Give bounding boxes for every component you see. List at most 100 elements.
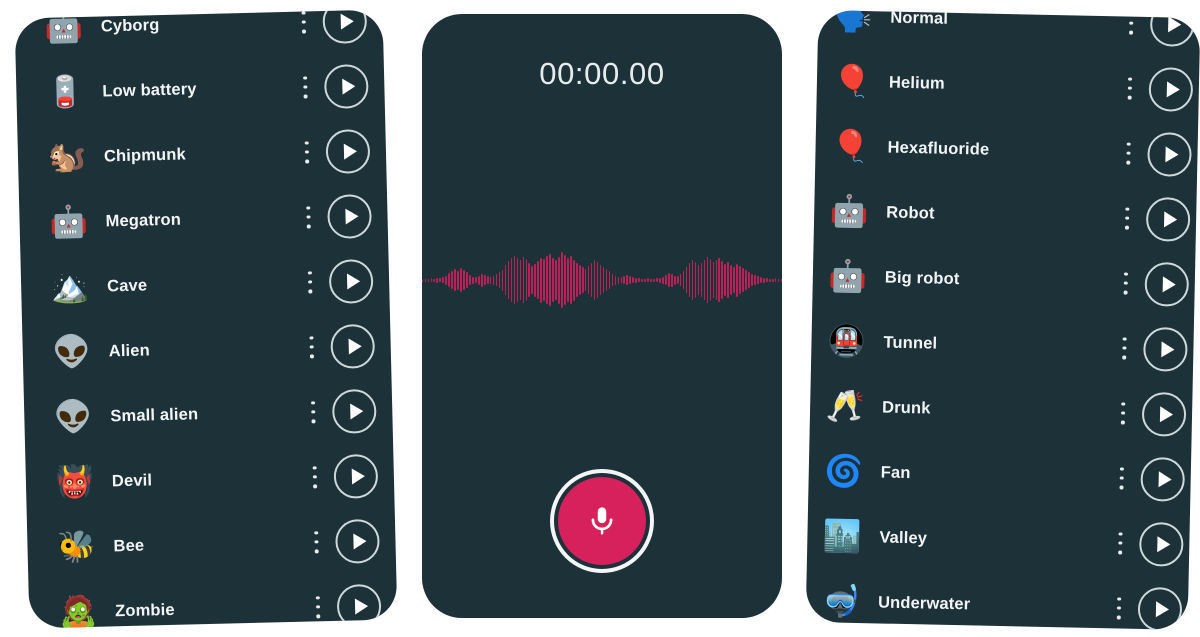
play-icon[interactable] [1148,66,1194,112]
play-icon[interactable] [336,583,382,629]
waveform-bar [757,276,759,284]
voice-effect-row[interactable]: 🥂 Drunk [809,374,1192,447]
play-icon[interactable] [1147,131,1192,177]
play-icon[interactable] [1149,10,1195,47]
voice-effects-list-left[interactable]: 🤖 Cyborg 🪫 Low battery 🐿️ Chipmunk 🤖 Megatron 🏔️… [15,9,398,628]
more-options-icon[interactable] [1108,595,1131,621]
waveform-bar [670,273,673,287]
waveform-bar [460,268,462,292]
waveform-bar [694,262,697,298]
waveform-bar [754,275,756,285]
waveform-bar [780,278,782,282]
more-options-icon[interactable] [1113,335,1136,361]
more-options-icon[interactable] [304,464,327,491]
megatron-icon: 🤖 [48,203,89,241]
voice-effect-row[interactable]: 🤖 Robot [814,179,1197,252]
more-options-icon[interactable] [302,399,325,426]
voice-effects-panel-right: 🗣️ Normal 🎈 Helium 🎈 Hexafluoride 🤖 Robot 🤖 Big r… [805,10,1200,630]
voice-effect-row[interactable]: 🤿 Underwater [806,569,1189,630]
more-options-icon[interactable] [1120,10,1143,36]
more-options-icon[interactable] [296,139,319,166]
waveform-bar [676,276,679,284]
voice-effect-row[interactable]: 🚇 Tunnel [811,309,1194,382]
more-options-icon[interactable] [1112,400,1135,426]
waveform-bar [626,275,629,285]
waveform-bar [549,254,551,306]
play-icon[interactable] [333,453,379,499]
more-options-icon[interactable] [1116,205,1139,231]
voice-effect-label: Chipmunk [103,145,187,166]
voice-effect-row[interactable]: 🪫 Low battery [16,53,385,127]
voice-effect-row[interactable]: 🐝 Bee [27,507,396,581]
waveform-bar [736,263,738,297]
play-icon[interactable] [330,323,376,369]
play-icon[interactable] [1142,326,1188,372]
waveform-bar [700,263,703,297]
voice-effect-row[interactable]: 👽 Alien [22,313,391,387]
play-icon[interactable] [334,518,380,564]
more-options-icon[interactable] [1119,75,1142,101]
voice-effect-label: Alien [108,341,151,361]
play-icon[interactable] [331,388,377,434]
play-icon[interactable] [326,193,373,239]
more-options-icon[interactable] [292,10,315,36]
play-icon[interactable] [323,63,369,109]
voice-effect-row[interactable]: 🏔️ Cave [20,248,389,322]
voice-effect-row[interactable]: 🧟 Zombie [28,572,397,628]
waveform-bar [587,266,590,294]
play-icon[interactable] [1138,521,1184,567]
recorder-panel: 00:00.00 [422,14,782,618]
voice-effect-label: Bee [113,536,145,556]
play-icon[interactable] [1145,196,1191,242]
waveform-bar [486,276,489,284]
more-options-icon[interactable] [297,204,320,231]
waveform-bar [501,269,504,291]
play-icon[interactable] [325,128,371,174]
audio-waveform [422,248,782,312]
voice-effect-label: Valley [879,528,928,548]
cyborg-icon: 🤖 [44,9,84,46]
play-icon[interactable] [1144,261,1190,307]
waveform-bar [685,267,688,293]
play-icon[interactable] [328,258,374,304]
more-options-icon[interactable] [1115,270,1138,296]
waveform-bar [475,277,477,283]
more-options-icon[interactable] [1110,465,1133,491]
voice-effect-label: Zombie [114,600,175,621]
play-icon[interactable] [322,9,368,44]
play-icon[interactable] [1137,586,1183,630]
more-options-icon[interactable] [294,74,317,101]
voice-effect-label: Hexafluoride [887,138,990,159]
more-options-icon[interactable] [307,594,330,621]
more-options-icon[interactable] [1117,140,1140,166]
waveform-bar [614,275,617,285]
voice-effect-row[interactable]: 🐿️ Chipmunk [17,118,386,192]
voice-effect-row[interactable]: 🎈 Helium [816,49,1199,122]
fan-icon: 🌀 [824,453,864,491]
play-icon[interactable] [1140,456,1186,502]
waveform-bar [650,278,652,282]
voice-effects-list-right[interactable]: 🗣️ Normal 🎈 Helium 🎈 Hexafluoride 🤖 Robot 🤖 Big r… [806,10,1200,630]
voice-effect-row[interactable]: 🤖 Big robot [812,244,1195,317]
waveform-bar [433,278,436,282]
record-button[interactable] [558,477,646,565]
more-options-icon[interactable] [299,269,322,296]
play-icon[interactable] [1141,391,1187,437]
normal-icon: 🗣️ [833,10,873,36]
voice-effect-row[interactable]: 🤖 Megatron [19,183,388,257]
waveform-bar [478,275,480,285]
voice-effect-row[interactable]: 🏙️ Valley [807,504,1190,577]
more-options-icon[interactable] [1109,530,1132,556]
voice-effect-row[interactable]: 👽 Small alien [24,377,393,451]
waveform-bar [451,271,453,289]
waveform-bar [768,278,771,282]
voice-effect-row[interactable]: 🌀 Fan [808,439,1191,512]
waveform-bar [638,278,640,282]
more-options-icon[interactable] [300,334,323,361]
more-options-icon[interactable] [305,529,328,556]
chipmunk-icon: 🐿️ [47,138,87,176]
waveform-bar [733,267,735,293]
waveform-bar [567,258,569,302]
voice-effect-row[interactable]: 👹 Devil [25,442,394,516]
voice-effect-row[interactable]: 🎈 Hexafluoride [815,114,1198,187]
